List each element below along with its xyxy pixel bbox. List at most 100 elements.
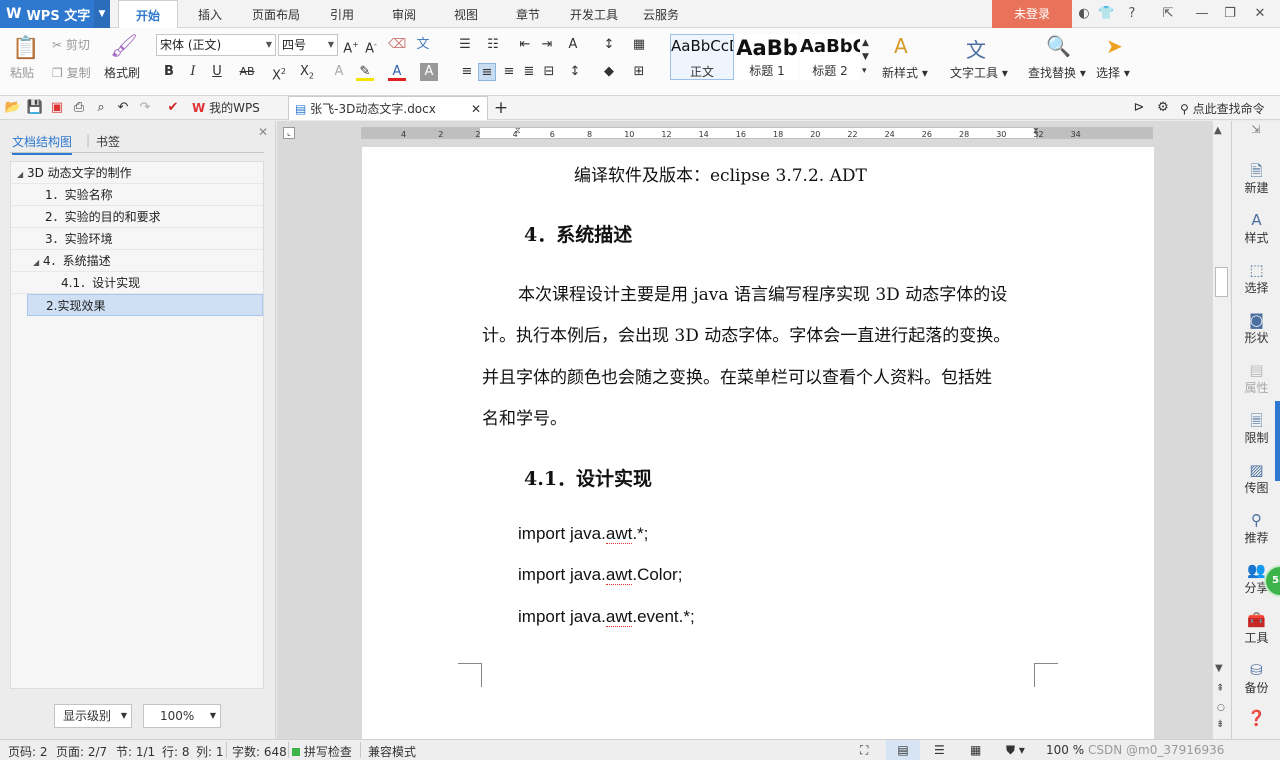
status-spellcheck[interactable]: 拼写检查 [292, 743, 352, 760]
web-view-icon[interactable]: ▦ [970, 743, 981, 757]
text-effect-icon[interactable]: A [330, 63, 348, 81]
style-heading2[interactable]: AaBbC 标题 2 [800, 34, 860, 80]
doc-mode-icon[interactable]: ⊳ [1130, 99, 1148, 117]
tab-my-wps[interactable]: W 我的WPS [186, 96, 286, 120]
tab-view[interactable]: 视图 [440, 0, 492, 28]
format-painter-button[interactable]: 格式刷 [104, 64, 140, 81]
save-icon[interactable]: 💾 [26, 99, 44, 117]
status-col[interactable]: 列: 1 [196, 743, 224, 760]
tab-review[interactable]: 审阅 [378, 0, 430, 28]
tab-cloud-service[interactable]: 云服务 [634, 0, 688, 28]
strikethrough-icon[interactable]: AB [238, 63, 256, 81]
close-panel-icon[interactable]: ✕ [258, 125, 268, 139]
pin-icon[interactable]: ✔ [164, 99, 182, 117]
style-heading1[interactable]: AaBb 标题 1 [736, 34, 798, 80]
outline-item[interactable]: 4.1．设计实现 [11, 272, 263, 294]
font-name-select[interactable]: 宋体 (正文) ▼ [156, 34, 276, 56]
reading-view-icon[interactable]: ⛊ ▾ [1006, 743, 1025, 758]
table-grid-icon[interactable]: ▦ [630, 36, 648, 54]
justify-icon[interactable]: ≣ [520, 63, 538, 81]
horizontal-ruler[interactable]: 4 2 2 4 6 8 10 12 14 16 18 20 22 24 26 28 30 32 34 ⧖ ⧗ [361, 126, 1153, 140]
numbered-list-icon[interactable]: ☷ [484, 36, 502, 54]
app-menu-button[interactable]: W WPS 文字 ▼ [0, 0, 110, 28]
align-center-icon[interactable]: ≡ [478, 63, 496, 81]
align-right-icon[interactable]: ≡ [500, 63, 518, 81]
pinyin-icon[interactable]: 文 [414, 36, 432, 54]
paste-button[interactable]: 粘贴 [10, 64, 34, 81]
outline-item[interactable]: 2．实验的目的和要求 [11, 206, 263, 228]
tab-page-layout[interactable]: 页面布局 [244, 0, 308, 28]
taskbar-recommend[interactable]: ⚲ 推荐 [1232, 511, 1280, 546]
decrease-indent-icon[interactable]: ⇤ [516, 36, 534, 54]
next-page-icon[interactable]: ⇟ [1216, 719, 1224, 730]
tab-developer[interactable]: 开发工具 [562, 0, 626, 28]
status-zoom[interactable]: 100 % [1046, 743, 1084, 757]
scroll-up-icon[interactable]: ▲ [1214, 125, 1222, 136]
text-direction-icon[interactable]: A [564, 36, 582, 54]
outline-item[interactable]: ◢ 3D 动态文字的制作 [11, 162, 263, 184]
taskbar-restrict[interactable]: 🗏 限制 [1232, 411, 1280, 446]
fullscreen-icon[interactable]: ⛶ [860, 743, 868, 758]
export-pdf-icon[interactable]: ▣ [48, 99, 66, 117]
collapse-taskbar-icon[interactable]: ⇲ [1232, 123, 1280, 136]
outline-view-icon[interactable]: ☰ [934, 743, 945, 757]
tab-bookmark[interactable]: 书签 [96, 133, 120, 150]
styles-scroll-icon[interactable]: ▲ ▼ ▾ [862, 36, 869, 78]
panel-zoom-select[interactable]: 100% ▼ [143, 704, 221, 728]
page-view-icon[interactable]: ▤ [886, 740, 920, 760]
chevron-down-icon[interactable]: ▼ [94, 0, 110, 28]
help-icon[interactable]: ? [1124, 6, 1140, 22]
undo-icon[interactable]: ↶ [114, 99, 132, 117]
increase-indent-icon[interactable]: ⇥ [538, 36, 556, 54]
tab-stop-selector-icon[interactable]: ⌞ [283, 127, 295, 139]
tab-document[interactable]: ▤ 张飞-3D动态文字.docx ✕ [288, 96, 488, 120]
superscript-icon[interactable]: X2 [270, 63, 288, 83]
bold-icon[interactable]: B [160, 63, 178, 81]
bullet-list-icon[interactable]: ☰ [456, 36, 474, 54]
text-tools-icon[interactable]: 文 [966, 34, 986, 63]
vertical-scrollbar[interactable]: ▲ ▼ ⇞ ○ ⇟ [1212, 121, 1230, 739]
char-shading-icon[interactable]: A [420, 63, 438, 81]
shirt-icon[interactable]: 👕 [1098, 6, 1114, 22]
taskbar-tools[interactable]: 🧰 工具 [1232, 611, 1280, 646]
skin-icon[interactable]: ◐ [1076, 6, 1092, 22]
maximize-icon[interactable]: ❐ [1222, 6, 1238, 22]
status-section[interactable]: 节: 1/1 [116, 743, 155, 760]
taskbar-upload-image[interactable]: ▨ 传图 [1232, 461, 1280, 496]
scroll-down-icon[interactable]: ▼ [1215, 663, 1223, 674]
status-page-number[interactable]: 页码: 2 [8, 743, 48, 760]
taskbar-new[interactable]: 🗎 新建 [1232, 161, 1280, 196]
minimize-icon[interactable]: — [1194, 6, 1210, 22]
prev-page-icon[interactable]: ⇞ [1216, 683, 1224, 694]
close-icon[interactable]: ✕ [1252, 6, 1268, 22]
line-spacing-icon[interactable]: ↕ [566, 63, 584, 81]
copy-button[interactable]: ❐ 复制 [52, 64, 91, 81]
style-normal[interactable]: AaBbCcDd 正文 [670, 34, 734, 80]
grow-font-icon[interactable]: A+ [342, 36, 360, 56]
tab-insert[interactable]: 插入 [184, 0, 236, 28]
outline-item[interactable]: 3．实验环境 [11, 228, 263, 250]
status-word-count[interactable]: 字数: 648 [232, 743, 287, 760]
italic-icon[interactable]: I [184, 63, 202, 81]
login-button[interactable]: 未登录 [992, 0, 1072, 28]
subscript-icon[interactable]: X2 [298, 63, 316, 81]
highlight-icon[interactable]: ✎ [356, 63, 374, 81]
new-style-icon[interactable]: A [894, 34, 908, 58]
tab-home[interactable]: 开始 [118, 0, 178, 28]
status-pages[interactable]: 页面: 2/7 [56, 743, 107, 760]
font-size-select[interactable]: 四号 ▼ [278, 34, 338, 56]
outline-item[interactable]: ◢ 4．系统描述 [11, 250, 263, 272]
status-row[interactable]: 行: 8 [162, 743, 190, 760]
outline-item-selected[interactable]: 2.实现效果 [27, 294, 263, 316]
sort-icon[interactable]: ↕ [600, 36, 618, 54]
select-button[interactable]: 选择 ▾ [1096, 64, 1130, 81]
expander-icon[interactable]: ◢ [17, 170, 23, 179]
outline-item[interactable]: 1．实验名称 [11, 184, 263, 206]
new-style-button[interactable]: 新样式 ▾ [882, 64, 928, 81]
taskbar-style[interactable]: A 样式 [1232, 211, 1280, 246]
restore-ribbon-icon[interactable]: ⇱ [1160, 6, 1176, 22]
right-indent-marker-icon[interactable]: ⧗ [1033, 126, 1041, 140]
browse-object-icon[interactable]: ○ [1217, 703, 1225, 713]
doc-settings-icon[interactable]: ⚙ [1154, 99, 1172, 117]
taskbar-help[interactable]: ❓ [1232, 709, 1280, 727]
